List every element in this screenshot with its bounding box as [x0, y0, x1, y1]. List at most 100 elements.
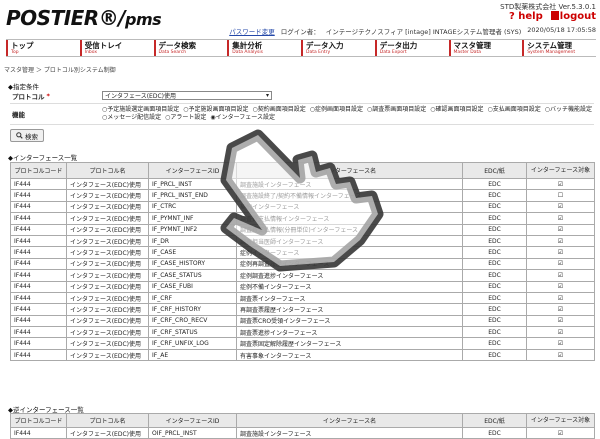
cell-edc-paper: EDC: [462, 234, 527, 248]
cell-edc-paper: EDC: [462, 337, 527, 350]
cell-protocol-code: IF444: [10, 212, 67, 225]
radio-alert[interactable]: ○アラート設定: [165, 114, 206, 122]
cell-edc-paper: EDC: [462, 223, 527, 236]
required-mark: *: [46, 92, 50, 100]
interface-target-checkbox[interactable]: ☑: [526, 212, 595, 225]
logout-link[interactable]: logout: [550, 11, 596, 22]
interface-target-checkbox[interactable]: ☑: [526, 177, 595, 191]
password-change-link[interactable]: パスワード変更: [229, 26, 275, 36]
interface-target-checkbox[interactable]: ☑: [526, 426, 595, 439]
function-label: 機能: [12, 111, 25, 119]
cell-interface-id: IF_CRF_STATUS: [148, 326, 237, 339]
table-row: IF444 インタフェース(EDC)使用 IF_CTRC 契約インターフェース EDC ☑: [10, 200, 595, 214]
cell-interface-name: 調査票固定解除履歴インターフェース: [236, 337, 463, 350]
interface-target-checkbox[interactable]: ☑: [526, 246, 595, 259]
cell-protocol-name: インタフェース(EDC)使用: [66, 314, 149, 328]
cell-edc-paper: EDC: [462, 189, 527, 202]
cell-protocol-code: IF444: [10, 234, 67, 248]
cell-edc-paper: EDC: [462, 280, 527, 293]
interface-target-checkbox[interactable]: ☑: [526, 280, 595, 293]
cell-interface-id: IF_CRF_CRO_RECV: [148, 314, 237, 328]
cell-protocol-code: IF444: [10, 246, 67, 259]
interface-target-checkbox[interactable]: ☑: [526, 200, 595, 214]
table-row: IF444 インタフェース(EDC)使用 IF_PRCL_INST_END 調査施設終…: [10, 189, 595, 202]
protocol-select[interactable]: インタフェース(EDC)使用 ▾: [102, 91, 272, 100]
help-link[interactable]: ? help: [509, 11, 543, 22]
interface-target-checkbox[interactable]: ☑: [526, 337, 595, 350]
cell-protocol-code: IF444: [10, 291, 67, 305]
table-row: IF444 インタフェース(EDC)使用 IF_CRF_HISTORY 再調査票履歴イ…: [10, 303, 595, 316]
cell-protocol-code: IF444: [10, 314, 67, 328]
cell-interface-name: 症例不備インターフェース: [236, 280, 463, 293]
radio-interface[interactable]: ◉インターフェース設定: [210, 114, 275, 122]
interface-target-checkbox[interactable]: ☑: [526, 348, 595, 362]
nav-data-export[interactable]: データ出力 Data Export: [374, 40, 449, 56]
app-logo: POSTIER®/pms: [6, 6, 162, 30]
interface-target-checkbox[interactable]: ☑: [526, 291, 595, 305]
cell-interface-id: IF_CRF_HISTORY: [148, 303, 237, 316]
radio-confirm[interactable]: ○確認画面項目設定: [430, 106, 483, 114]
radio-batch[interactable]: ○バッチ機能設定: [545, 106, 592, 114]
login-label: ログイン者：: [280, 28, 320, 36]
login-user: インテージテクノスフィア [intage] INTAGEシステム管理者 (SYS…: [325, 28, 522, 36]
cell-edc-paper: EDC: [462, 303, 527, 316]
search-button[interactable]: 検索: [10, 129, 44, 142]
cell-protocol-name: インタフェース(EDC)使用: [66, 223, 149, 236]
nav-top[interactable]: トップ Top: [6, 40, 80, 56]
radio-crf[interactable]: ○調査票画面項目設定: [367, 106, 426, 114]
interface-target-checkbox[interactable]: ☑: [526, 326, 595, 339]
table-row: IF444 インタフェース(EDC)使用 IF_PYMNT_INF2 調査費支払情報(…: [10, 223, 595, 236]
cell-interface-id: IF_CASE: [148, 246, 237, 259]
cell-interface-id: IF_PYMNT_INF2: [148, 223, 237, 236]
col-protocol-code: プロトコルコード: [10, 413, 67, 428]
cell-interface-name: 調査費支払情報インターフェース: [236, 212, 463, 225]
cell-interface-id: IF_CASE_FUBI: [148, 280, 237, 293]
nav-system-management[interactable]: システム管理 System Management: [522, 40, 596, 56]
radio-planned-site[interactable]: ○予定施設画面項目設定: [183, 106, 248, 114]
cell-interface-id: IF_CRF_UNFIX_LOG: [148, 337, 237, 350]
cell-interface-name: 症例インターフェース: [236, 246, 463, 259]
chevron-down-icon: ▾: [265, 92, 269, 99]
interface-list-title: ◆インターフェース一覧: [8, 154, 78, 162]
radio-contract[interactable]: ○契約画面項目設定: [253, 106, 306, 114]
nav-inbox[interactable]: 受信トレイ Inbox: [79, 40, 154, 56]
radio-case[interactable]: ○症例画面項目設定: [310, 106, 363, 114]
nav-data-analysis[interactable]: 集計分析 Data Analysis: [227, 40, 301, 56]
table-header-row: プロトコルコード プロトコル名 インターフェースID インターフェース名 EDC…: [10, 413, 595, 428]
radio-site-selection[interactable]: ○予定施設選定画面項目設定: [102, 106, 179, 114]
interface-target-checkbox[interactable]: ☑: [526, 303, 595, 316]
table-row: IF444 インタフェース(EDC)使用 IF_DR 調査担当医師インターフェース ED…: [10, 234, 595, 248]
cell-interface-name: 調査施設インターフェース: [236, 177, 463, 191]
cell-edc-paper: EDC: [462, 246, 527, 259]
protocol-label: プロトコル: [12, 93, 45, 101]
cell-protocol-code: IF444: [10, 348, 67, 362]
interface-target-checkbox[interactable]: ☑: [526, 223, 595, 236]
cell-interface-name: 調査票インターフェース: [236, 291, 463, 305]
table-row: IF444 インタフェース(EDC)使用 IF_CRF_UNFIX_LOG 調査票固定…: [10, 337, 595, 350]
nav-data-entry[interactable]: データ入力 Data Entry: [301, 40, 375, 56]
cell-protocol-name: インタフェース(EDC)使用: [66, 200, 149, 214]
cell-interface-name: 調査票進捗インターフェース: [236, 326, 463, 339]
table-row: IF444 インタフェース(EDC)使用 IF_CRF_STATUS 調査票進捗インタ…: [10, 326, 595, 339]
cell-protocol-code: IF444: [10, 280, 67, 293]
nav-data-search[interactable]: データ検索 Data Search: [153, 40, 228, 56]
cell-edc-paper: EDC: [462, 200, 527, 214]
cell-protocol-name: インタフェース(EDC)使用: [66, 269, 149, 282]
interface-target-checkbox[interactable]: ☐: [526, 189, 595, 202]
nav-master-data[interactable]: マスタ管理 Master Data: [448, 40, 523, 56]
cell-protocol-name: インタフェース(EDC)使用: [66, 303, 149, 316]
interface-target-checkbox[interactable]: ☑: [526, 234, 595, 248]
reverse-interface-table: プロトコルコード プロトコル名 インターフェースID インターフェース名 EDC…: [10, 413, 595, 439]
radio-message[interactable]: ○メッセージ配信設定: [102, 114, 161, 122]
cell-interface-id: IF_CASE_HISTORY: [148, 257, 237, 271]
radio-payment[interactable]: ○支払画面項目設定: [488, 106, 541, 114]
interface-target-checkbox[interactable]: ☑: [526, 314, 595, 328]
interface-target-checkbox[interactable]: ☑: [526, 257, 595, 271]
interface-target-checkbox[interactable]: ☑: [526, 269, 595, 282]
cell-protocol-name: インタフェース(EDC)使用: [66, 212, 149, 225]
col-interface-target: インターフェース対象: [526, 413, 595, 428]
cell-protocol-code: IF444: [10, 177, 67, 191]
cell-protocol-code: IF444: [10, 223, 67, 236]
cell-protocol-name: インタフェース(EDC)使用: [66, 234, 149, 248]
cell-interface-name: 調査施設インターフェース: [236, 426, 463, 439]
